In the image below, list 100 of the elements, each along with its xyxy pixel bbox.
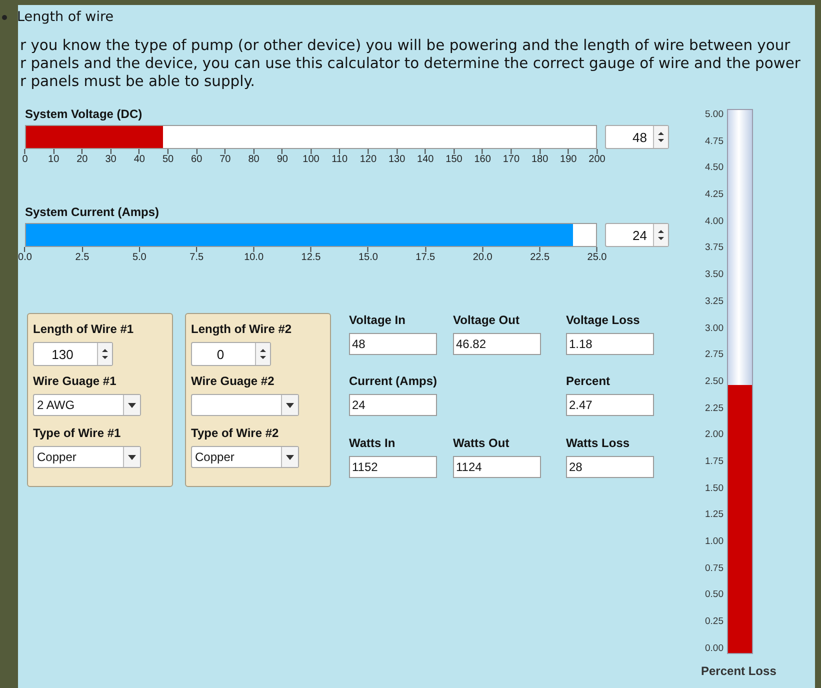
tick-mark (82, 247, 83, 252)
description-paragraph: r you know the type of pump (or other device) you will be powering and the length of wire between your r panels and the device, you can use this calculator to determine the correct gauge of wire and the power r panels must be able to supply. (20, 37, 802, 91)
tick-mark (24, 247, 26, 252)
tick-label: 170 (502, 154, 520, 165)
axis-label: 0.25 (705, 616, 724, 628)
tick-mark (196, 149, 198, 154)
tick-label: 7.5 (190, 252, 204, 263)
tick-mark (24, 149, 26, 154)
tick-label: 200 (588, 154, 606, 165)
tick-label: 120 (360, 154, 377, 165)
axis-label: 5.00 (705, 109, 724, 121)
tick-mark (482, 149, 484, 154)
tick-mark (510, 149, 512, 154)
field-label: Length of Wire #2 (191, 322, 293, 336)
wire-type-dropdown[interactable]: Copper (191, 446, 299, 468)
wire-type-dropdown[interactable]: Copper (33, 446, 141, 468)
tick-label: 40 (134, 154, 145, 165)
tick-mark (224, 149, 226, 154)
result-field[interactable]: 46.82 (453, 333, 541, 355)
tick-mark (253, 247, 254, 252)
result-label: Watts Loss (566, 436, 631, 452)
axis-label: 4.25 (705, 189, 724, 202)
axis-label: 2.00 (705, 429, 724, 442)
tick-mark (310, 247, 312, 252)
tick-label: 190 (560, 154, 577, 165)
tick-mark (539, 149, 540, 154)
meter-label: Percent Loss (701, 664, 776, 678)
tick-label: 0.0 (18, 252, 32, 263)
tick-mark (424, 149, 426, 154)
tick-mark (138, 247, 140, 252)
axis-label: 1.25 (705, 509, 724, 522)
axis-label: 2.75 (705, 349, 724, 362)
caret-icon[interactable] (123, 447, 140, 467)
caret-icon[interactable] (281, 447, 298, 467)
bullet-icon (2, 14, 7, 20)
tick-label: 160 (474, 154, 491, 165)
caret-icon[interactable] (281, 395, 298, 415)
tick-label: 10 (48, 154, 60, 165)
spin-arrows-icon[interactable] (653, 126, 668, 148)
axis-label: 3.50 (705, 269, 724, 282)
axis-label: 2.50 (705, 376, 724, 388)
slider-track[interactable] (25, 125, 597, 149)
tick-label: 20 (76, 154, 88, 165)
axis-label: 3.00 (705, 322, 724, 334)
caret-icon[interactable] (123, 395, 140, 415)
number-spinner[interactable]: 48 (605, 125, 669, 149)
number-spinner[interactable]: 130 (33, 342, 113, 366)
gauge-dropdown[interactable]: 2 AWG (33, 394, 141, 416)
result-field[interactable]: 1152 (349, 456, 437, 478)
number-spinner[interactable]: 0 (191, 342, 271, 366)
tick-label: 90 (276, 154, 288, 165)
spin-arrows-icon[interactable] (255, 343, 270, 365)
result-label: Voltage In (349, 313, 406, 329)
result-field[interactable]: 24 (349, 394, 437, 416)
result-field[interactable]: 1.18 (566, 333, 654, 355)
spin-arrows-icon[interactable] (653, 224, 668, 246)
field-label: Type of Wire #1 (33, 426, 122, 440)
field-label: Type of Wire #2 (191, 426, 280, 440)
result-label: Voltage Loss (566, 313, 641, 329)
tick-label: 110 (332, 154, 348, 165)
tick-mark (368, 247, 369, 252)
tick-label: 100 (302, 154, 320, 165)
axis-label: 0.75 (705, 562, 724, 575)
tick-mark (53, 149, 54, 154)
result-field[interactable]: 48 (349, 333, 437, 355)
tick-mark (110, 149, 112, 154)
tick-mark (310, 149, 312, 154)
result-field[interactable]: 28 (566, 456, 654, 478)
tick-label: 10.0 (244, 252, 264, 263)
field-label: Wire Guage #2 (191, 374, 276, 388)
result-label: Watts Out (453, 436, 510, 452)
tick-label: 2.5 (75, 252, 90, 263)
tick-mark (82, 149, 83, 154)
tick-mark (539, 247, 540, 252)
tick-mark (596, 149, 598, 154)
tick-label: 15.0 (358, 252, 378, 263)
result-field[interactable]: 2.47 (566, 394, 654, 416)
axis-label: 1.75 (705, 456, 724, 468)
tick-label: 17.5 (416, 252, 436, 263)
tick-mark (339, 149, 340, 154)
tick-label: 0 (22, 154, 28, 165)
tick-mark (196, 247, 198, 252)
spin-arrows-icon[interactable] (97, 343, 112, 365)
result-field[interactable]: 1124 (453, 456, 541, 478)
tick-label: 5.0 (132, 252, 146, 263)
tick-mark (596, 247, 598, 252)
tick-label: 50 (162, 154, 174, 165)
axis-label: 1.00 (705, 536, 724, 548)
axis-label: 4.75 (705, 136, 724, 148)
list-item-text: Length of wire (17, 9, 114, 25)
result-label: Voltage Out (453, 313, 520, 329)
axis-label: 0.50 (705, 589, 724, 602)
axis-label: 1.50 (705, 482, 724, 495)
slider-label: System Current (Amps) (25, 205, 160, 221)
number-spinner[interactable]: 24 (605, 223, 669, 247)
tick-label: 30 (105, 154, 116, 165)
tick-mark (138, 149, 140, 154)
field-label: Length of Wire #1 (33, 322, 135, 336)
axis-label: 3.25 (705, 296, 724, 308)
tick-label: 70 (220, 154, 231, 165)
